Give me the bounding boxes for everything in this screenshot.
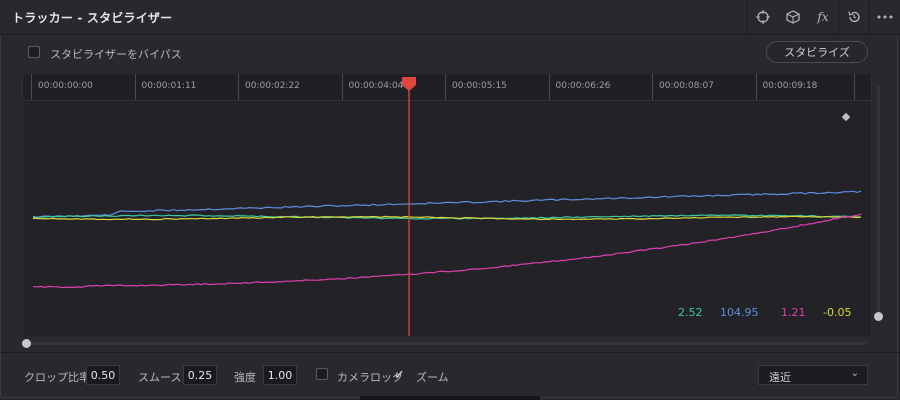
strength-label: 強度 (234, 371, 256, 384)
fx-icon[interactable]: fx (808, 0, 838, 34)
bypass-checkbox[interactable] (28, 46, 40, 58)
crosshair-icon[interactable] (748, 0, 778, 34)
bypass-row: スタビライザーをバイパス スタビライズ (0, 35, 900, 73)
zoom-label: ズーム (416, 371, 449, 384)
playhead-handle[interactable] (402, 77, 416, 91)
stabilize-button[interactable]: スタビライズ (766, 41, 868, 63)
blue-value: 104.95 (720, 306, 759, 319)
zoom-checkbox[interactable]: ✓ (394, 368, 405, 383)
smooth-label: スムース (138, 371, 182, 384)
crop-ratio-label: クロップ比率 (24, 371, 90, 384)
yellow-curve[interactable] (33, 215, 862, 221)
bottom-edge-bar (360, 396, 540, 400)
stabilizer-graph[interactable]: 00:00:00:00 00:00:01:11 00:00:02:22 00:00:0… (22, 74, 872, 336)
reset-icon[interactable] (839, 0, 869, 34)
mode-select[interactable]: 遠近 ⌄ (758, 365, 868, 385)
vertical-zoom-track[interactable] (877, 86, 880, 316)
vertical-zoom-handle[interactable] (874, 312, 883, 321)
panel-header: トラッカー - スタビライザー fx (0, 0, 900, 35)
horizontal-zoom-track[interactable] (24, 342, 866, 345)
more-icon[interactable] (870, 0, 900, 34)
bypass-label: スタビライザーをバイパス (50, 48, 182, 61)
mode-select-value: 遠近 (769, 371, 791, 384)
magenta-value: 1.21 (781, 306, 806, 319)
green-value: 2.52 (678, 306, 703, 319)
magenta-curve[interactable] (32, 213, 862, 289)
yellow-value: -0.05 (823, 306, 852, 319)
crop-ratio-field[interactable]: 0.50 (86, 365, 120, 385)
smooth-field[interactable]: 0.25 (183, 365, 217, 385)
stabilizer-settings: クロップ比率 0.50 スムース 0.25 強度 1.00 カメラロック ✓ ズ… (0, 352, 900, 399)
blue-curve[interactable] (32, 190, 862, 219)
keyframe-marker[interactable] (841, 112, 851, 122)
chevron-down-icon: ⌄ (850, 368, 859, 379)
camera-lock-checkbox[interactable] (316, 368, 328, 380)
graph-canvas (32, 77, 862, 336)
horizontal-zoom-handle[interactable] (22, 339, 31, 348)
strength-field[interactable]: 1.00 (263, 365, 297, 385)
panel-title: トラッカー - スタビライザー (12, 11, 173, 25)
cube-icon[interactable] (778, 0, 808, 34)
